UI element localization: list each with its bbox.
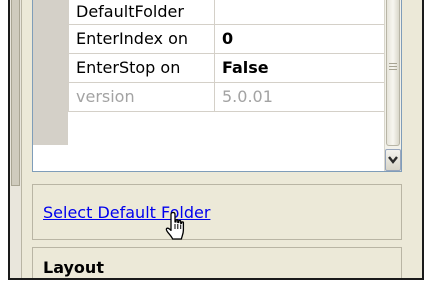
property-value[interactable]	[214, 0, 388, 25]
properties-pane: DefaultFolder EnterIndex on 0 EnterStop …	[8, 0, 424, 280]
property-name[interactable]: EnterIndex on	[68, 24, 215, 54]
layout-section-header[interactable]: Layout	[32, 247, 402, 278]
chevron-down-icon	[388, 156, 398, 164]
property-grid-scrollbar[interactable]	[384, 0, 401, 171]
property-value[interactable]: 0	[214, 24, 388, 54]
property-grid: DefaultFolder EnterIndex on 0 EnterStop …	[32, 0, 402, 172]
pane-scrollbar-thumb[interactable]	[11, 0, 20, 186]
property-table: DefaultFolder EnterIndex on 0 EnterStop …	[68, 0, 388, 112]
property-grid-scrollbar-thumb[interactable]	[386, 0, 400, 146]
property-name: version	[68, 82, 215, 112]
property-row[interactable]: EnterIndex on 0	[68, 24, 388, 54]
property-name[interactable]: DefaultFolder	[68, 0, 215, 25]
property-value: 5.0.01	[214, 82, 388, 112]
property-value[interactable]: False	[214, 53, 388, 83]
property-row[interactable]: EnterStop on False	[68, 53, 388, 83]
task-commands: Select Default Folder	[32, 184, 402, 240]
scroll-down-button[interactable]	[385, 149, 401, 171]
property-name[interactable]: EnterStop on	[68, 53, 215, 83]
property-row[interactable]: DefaultFolder	[68, 0, 388, 25]
hand-pointer-icon	[165, 211, 185, 240]
pane-scrollbar[interactable]	[10, 0, 22, 278]
section-title: Layout	[43, 258, 104, 277]
property-grid-gutter	[33, 0, 68, 145]
property-row: version 5.0.01	[68, 82, 388, 112]
